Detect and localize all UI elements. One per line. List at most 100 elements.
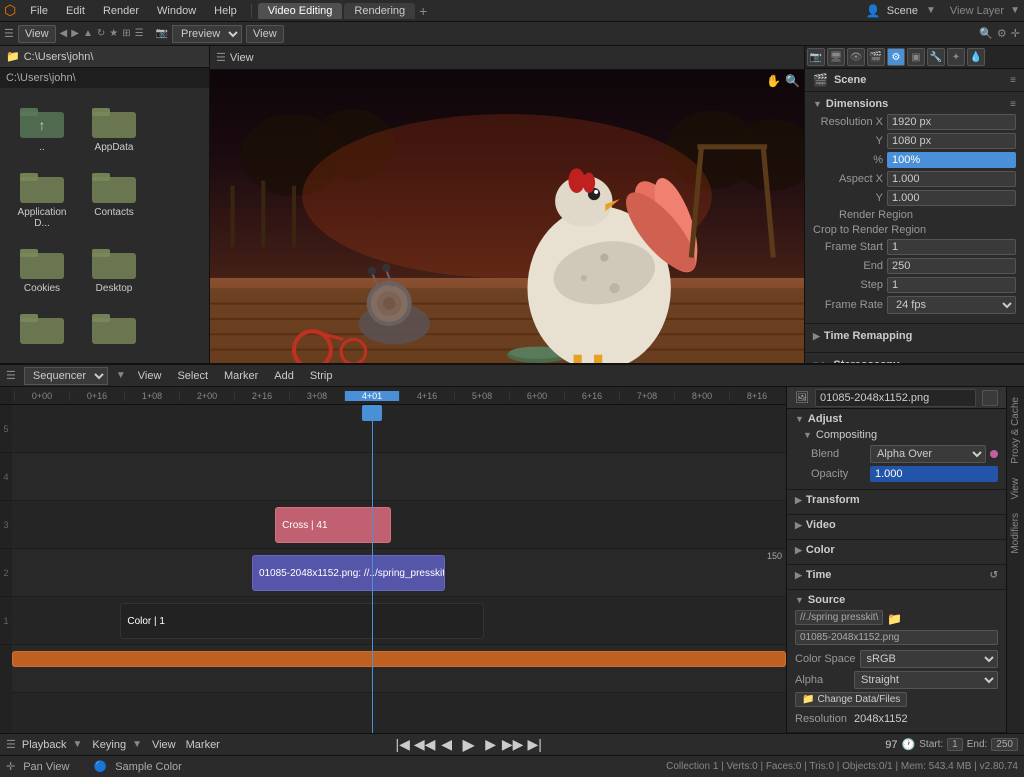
view-btn2[interactable]: View: [246, 25, 284, 43]
resolution-x-value[interactable]: 1920 px: [887, 114, 1016, 130]
props-tab-particles[interactable]: ✦: [947, 48, 965, 66]
props-tab-render[interactable]: 📷: [807, 48, 825, 66]
view-layer-dropdown-icon[interactable]: ▼: [1010, 5, 1020, 16]
strip-cross[interactable]: Cross | 41: [275, 507, 391, 543]
props-tab-scene[interactable]: 🎬: [867, 48, 885, 66]
preview-select[interactable]: Preview: [172, 25, 242, 43]
seq-menu-view[interactable]: View: [134, 370, 166, 382]
strip-name-input[interactable]: [815, 389, 976, 407]
video-title[interactable]: ▶ Video: [795, 519, 998, 531]
side-tab-modifiers[interactable]: Modifiers: [1008, 507, 1023, 560]
start-value[interactable]: 1: [947, 738, 963, 751]
source-path2[interactable]: 01085-2048x1152.png: [795, 630, 998, 645]
keying-dropdown-icon[interactable]: ▼: [132, 739, 142, 750]
next-frame-btn[interactable]: ▶▶: [504, 736, 522, 754]
menu-file[interactable]: File: [22, 3, 56, 19]
time-reset-icon[interactable]: ↺: [990, 570, 998, 581]
file-item-appdata2[interactable]: Application D...: [8, 161, 76, 233]
alpha-dropdown[interactable]: Straight: [854, 671, 998, 689]
source-folder-icon[interactable]: 📁: [887, 612, 902, 626]
strip-visibility-check[interactable]: [982, 390, 998, 406]
side-tab-view[interactable]: View: [1008, 472, 1023, 506]
nav-back-icon[interactable]: ◀: [60, 28, 68, 39]
prev-keyframe-btn[interactable]: ◀: [438, 736, 456, 754]
dimensions-title[interactable]: ▼ Dimensions ≡: [813, 98, 1016, 110]
props-tab-physics[interactable]: 💧: [967, 48, 985, 66]
add-workspace-btn[interactable]: +: [419, 3, 427, 19]
props-tab-object[interactable]: ▣: [907, 48, 925, 66]
source-title[interactable]: ▼ Source: [795, 594, 998, 606]
file-item-cookies[interactable]: Cookies: [8, 237, 76, 298]
props-tab-output[interactable]: 🖥: [827, 48, 845, 66]
menu-help[interactable]: Help: [206, 3, 245, 19]
view-btn[interactable]: View: [18, 25, 56, 43]
play-btn[interactable]: ▶: [460, 736, 478, 754]
source-path1[interactable]: //./spring presskit\: [795, 610, 883, 625]
file-item-appdata[interactable]: AppData: [80, 96, 148, 157]
frame-step-value[interactable]: 1: [887, 277, 1016, 293]
time-remapping-title[interactable]: ▶ Time Remapping: [813, 330, 1016, 342]
strip-image[interactable]: 01085-2048x1152.png: //../spring_presski…: [252, 555, 446, 591]
adjust-title[interactable]: ▼ Adjust: [795, 413, 998, 425]
hand-icon[interactable]: ✋: [766, 74, 781, 88]
keying-label[interactable]: Keying: [92, 739, 126, 751]
percent-value[interactable]: 100%: [887, 152, 1016, 168]
frame-end-value[interactable]: 250: [887, 258, 1016, 274]
seq-menu-add[interactable]: Add: [270, 370, 298, 382]
nav-up-icon[interactable]: ▲: [83, 28, 93, 39]
playback-label[interactable]: Playback: [22, 739, 67, 751]
prev-frame-btn[interactable]: ◀◀: [416, 736, 434, 754]
tracks-container[interactable]: Cross | 41 150 01085-2048x1152.png: //..…: [12, 405, 786, 733]
next-keyframe-btn[interactable]: ▶: [482, 736, 500, 754]
aspect-y-value[interactable]: 1.000: [887, 190, 1016, 206]
view-label[interactable]: View: [152, 739, 176, 751]
menu-edit[interactable]: Edit: [58, 3, 93, 19]
nav-grid-icon[interactable]: ⊞: [122, 28, 130, 39]
seq-menu-strip[interactable]: Strip: [306, 370, 337, 382]
file-item-up[interactable]: ↑ ..: [8, 96, 76, 157]
scene-options-icon[interactable]: ≡: [1010, 75, 1016, 86]
seq-type-select[interactable]: Sequencer: [24, 367, 108, 385]
frame-rate-dropdown[interactable]: 24 fps: [887, 296, 1016, 314]
playhead[interactable]: [372, 405, 373, 733]
marker-label[interactable]: Marker: [186, 739, 220, 751]
timeline-tracks[interactable]: 0+00 0+16 1+08 2+00 2+16 3+08 4+01 4+16 …: [12, 387, 786, 733]
file-item-extra2[interactable]: [80, 302, 148, 352]
resolution-y-value[interactable]: 1080 px: [887, 133, 1016, 149]
seq-menu-marker[interactable]: Marker: [220, 370, 262, 382]
frame-start-value[interactable]: 1: [887, 239, 1016, 255]
file-item-contacts[interactable]: Contacts: [80, 161, 148, 233]
side-tab-proxy[interactable]: Proxy & Cache: [1008, 391, 1023, 470]
preview-view-label[interactable]: View: [230, 52, 254, 64]
nav-list-icon[interactable]: ☰: [135, 28, 144, 39]
blend-dropdown[interactable]: Alpha Over: [870, 445, 986, 463]
time-title[interactable]: ▶ Time ↺: [795, 569, 998, 581]
tab-video-editing[interactable]: Video Editing: [258, 3, 343, 19]
strip-orange[interactable]: [12, 651, 786, 667]
file-item-extra1[interactable]: [8, 302, 76, 352]
menu-window[interactable]: Window: [149, 3, 204, 19]
file-path-bar[interactable]: C:\Users\john\: [0, 68, 209, 88]
change-data-btn[interactable]: 📁 Change Data/Files: [795, 692, 907, 707]
menu-render[interactable]: Render: [95, 3, 147, 19]
seq-dropdown-icon[interactable]: ▼: [116, 370, 126, 381]
compositing-title[interactable]: ▼ Compositing: [803, 429, 998, 441]
settings-icon[interactable]: ⚙: [997, 27, 1007, 40]
scene-dropdown-icon[interactable]: ▼: [926, 5, 936, 16]
props-tab-world[interactable]: ⚙: [887, 48, 905, 66]
jump-end-btn[interactable]: ▶|: [526, 736, 544, 754]
aspect-x-value[interactable]: 1.000: [887, 171, 1016, 187]
jump-start-btn[interactable]: |◀: [394, 736, 412, 754]
props-tab-modifier[interactable]: 🔧: [927, 48, 945, 66]
props-tab-view[interactable]: 👁: [847, 48, 865, 66]
zoom-preview-icon[interactable]: 🔍: [785, 74, 800, 88]
playback-dropdown-icon[interactable]: ▼: [73, 739, 83, 750]
nav-reload-icon[interactable]: ↻: [97, 28, 105, 39]
nav-bookmark-icon[interactable]: ★: [109, 28, 118, 39]
end-value[interactable]: 250: [991, 738, 1018, 751]
nav-fwd-icon[interactable]: ▶: [71, 28, 79, 39]
dimensions-options[interactable]: ≡: [1010, 99, 1016, 110]
color-space-dropdown[interactable]: sRGB: [860, 650, 998, 668]
color-title[interactable]: ▶ Color: [795, 544, 998, 556]
file-item-desktop[interactable]: Desktop: [80, 237, 148, 298]
